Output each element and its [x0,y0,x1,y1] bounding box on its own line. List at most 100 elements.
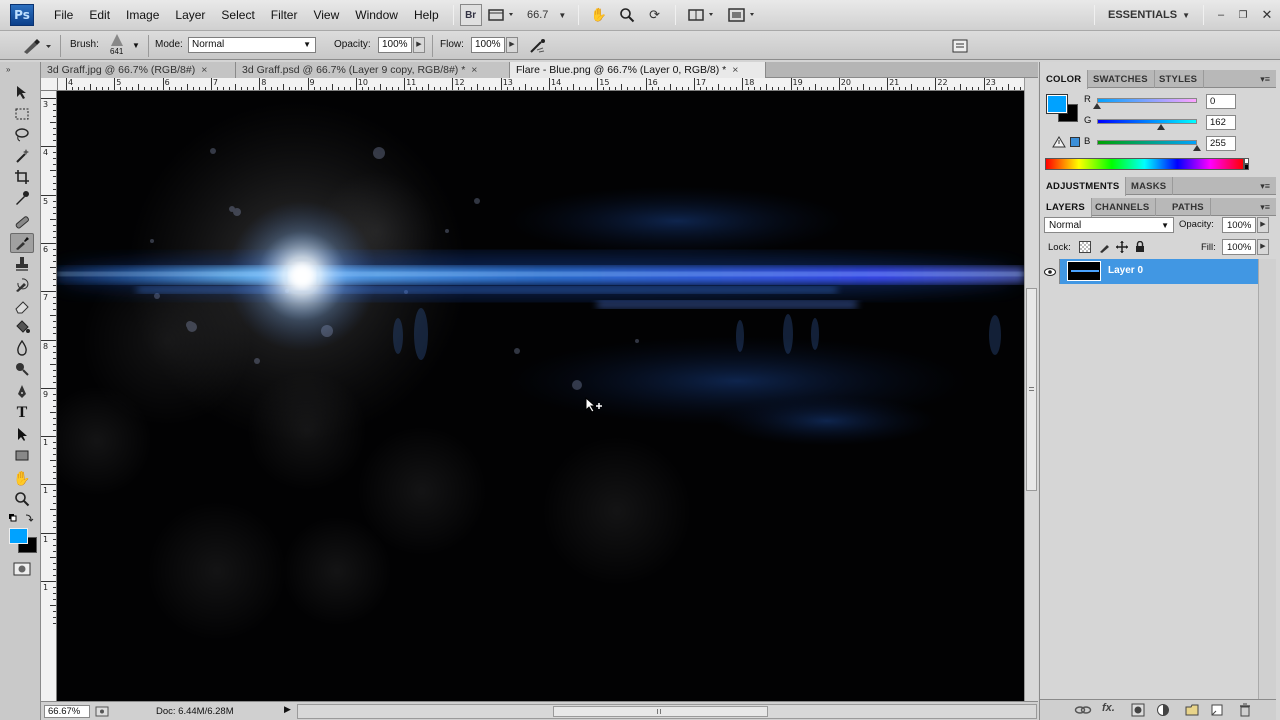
tab-paths[interactable]: PATHS [1166,198,1211,216]
vertical-scrollbar[interactable] [1024,78,1038,701]
marquee-tool[interactable] [10,104,34,124]
zoom-tool[interactable] [10,489,34,509]
panel-menu-icon[interactable]: ▾≡ [1260,181,1270,192]
document-tab-active[interactable]: Flare - Blue.png @ 66.7% (Layer 0, RGB/8… [510,62,766,78]
menu-help[interactable]: Help [406,0,447,31]
close-icon[interactable]: × [201,64,207,76]
document-tab[interactable]: 3d Graff.jpg @ 66.7% (RGB/8#) × [41,62,236,78]
color-spectrum-bar[interactable] [1045,158,1244,170]
workspace-switcher[interactable]: ESSENTIALS ▼ [1101,4,1197,26]
status-info-button[interactable] [95,705,109,718]
close-icon[interactable]: × [732,64,738,76]
fx-icon[interactable]: fx. [1102,702,1115,714]
menu-window[interactable]: Window [347,0,406,31]
eyedropper-tool[interactable] [10,188,34,208]
zoom-level-input[interactable]: 66.67% [44,705,90,718]
layer-row[interactable]: Layer 0 [1040,259,1258,284]
adjustment-layer-icon[interactable] [1156,703,1170,717]
blur-tool[interactable] [10,338,34,358]
tab-color[interactable]: COLOR [1040,70,1089,89]
green-value-input[interactable]: 162 [1206,115,1236,130]
quick-mask-button[interactable] [10,559,34,579]
dodge-tool[interactable] [10,359,34,379]
flow-slider-button[interactable]: ▶ [506,37,518,53]
red-slider[interactable] [1097,98,1197,103]
new-layer-icon[interactable] [1210,703,1224,717]
layer-mask-icon[interactable] [1131,703,1145,717]
vertical-ruler[interactable]: 3 4 5 6 7 8 9 1 1 1 1 [41,91,57,701]
tab-layers[interactable]: LAYERS [1040,198,1092,217]
horizontal-ruler[interactable]: 4 5 6 7 8 9 10 11 12 13 14 15 16 17 18 19 20 21 22 23 [58,78,1024,91]
document-canvas[interactable] [57,91,1024,701]
zoom-tool-button[interactable] [613,4,641,26]
rotate-view-button[interactable]: ⟳ [641,4,669,26]
tab-swatches[interactable]: SWATCHES [1087,70,1155,88]
tab-channels[interactable]: CHANNELS [1089,198,1157,216]
type-tool[interactable]: T [10,403,34,423]
layer-name[interactable]: Layer 0 [1108,265,1143,276]
blue-slider[interactable] [1097,140,1197,145]
menu-image[interactable]: Image [118,0,167,31]
brush-panel-button[interactable] [950,37,970,55]
document-tab[interactable]: 3d Graff.psd @ 66.7% (Layer 9 copy, RGB/… [236,62,510,78]
healing-brush-tool[interactable] [10,212,34,232]
link-layers-icon[interactable] [1074,704,1092,716]
airbrush-button[interactable] [527,37,549,55]
menu-select[interactable]: Select [213,0,262,31]
web-safe-color-swatch[interactable] [1070,137,1080,147]
paint-bucket-tool[interactable] [10,317,34,337]
menu-layer[interactable]: Layer [167,0,213,31]
layer-opacity-input[interactable]: 100% [1222,217,1256,233]
minimize-button[interactable]: – [1210,4,1232,26]
blue-value-input[interactable]: 255 [1206,136,1236,151]
brush-tool[interactable] [10,233,34,253]
status-menu-button[interactable]: ▶ [284,704,294,718]
restore-button[interactable]: ❐ [1232,4,1254,26]
clone-stamp-tool[interactable] [10,254,34,274]
menu-view[interactable]: View [305,0,347,31]
panel-menu-icon[interactable]: ▾≡ [1260,202,1270,213]
vertical-scroll-thumb[interactable] [1026,288,1037,491]
menu-filter[interactable]: Filter [263,0,306,31]
history-brush-tool[interactable] [10,275,34,295]
path-selection-tool[interactable] [10,424,34,444]
quick-selection-tool[interactable] [10,146,34,166]
flow-input[interactable]: 100% [471,37,505,53]
red-slider-thumb[interactable] [1093,103,1101,109]
menu-edit[interactable]: Edit [81,0,118,31]
opacity-slider-button[interactable]: ▶ [413,37,425,53]
foreground-color-swatch[interactable] [9,528,28,544]
fill-input[interactable]: 100% [1222,239,1256,255]
default-colors-button[interactable] [8,513,34,523]
lasso-tool[interactable] [10,125,34,145]
brush-preset-picker[interactable]: 641 ▼ [106,33,142,59]
tab-masks[interactable]: MASKS [1125,177,1174,195]
screen-mode-button[interactable] [722,4,762,26]
mode-select[interactable]: Normal ▼ [188,37,316,53]
fill-slider-button[interactable]: ▶ [1257,239,1269,255]
pen-tool[interactable] [10,382,34,402]
view-extras-button[interactable] [482,4,522,26]
lock-position-icon[interactable] [1116,241,1128,253]
blue-slider-thumb[interactable] [1193,145,1201,151]
horizontal-scroll-thumb[interactable] [553,706,768,717]
opacity-input[interactable]: 100% [378,37,412,53]
crop-tool[interactable] [10,167,34,187]
horizontal-scrollbar[interactable] [297,704,1037,719]
menu-file[interactable]: File [46,0,81,31]
close-icon[interactable]: × [471,64,477,76]
spectrum-black-swatch[interactable] [1244,164,1249,170]
layer-opacity-slider-button[interactable]: ▶ [1257,217,1269,233]
warning-icon[interactable] [1052,136,1066,148]
lock-transparent-pixels-button[interactable] [1079,241,1091,253]
new-group-icon[interactable] [1185,703,1199,717]
tool-preset-picker[interactable] [20,36,56,56]
red-value-input[interactable]: 0 [1206,94,1236,109]
tab-adjustments[interactable]: ADJUSTMENTS [1040,177,1127,196]
rectangle-tool[interactable] [10,445,34,465]
tab-styles[interactable]: STYLES [1153,70,1205,88]
bridge-button[interactable]: Br [459,4,482,26]
close-window-button[interactable]: ✕ [1254,4,1280,26]
layer-thumbnail[interactable] [1067,261,1101,281]
hand-tool-button[interactable]: ✋ [585,4,613,26]
